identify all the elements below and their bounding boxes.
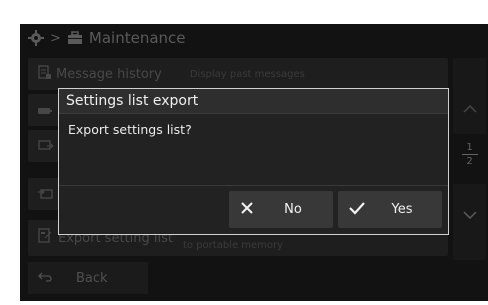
no-label: No	[284, 202, 302, 217]
yes-label: Yes	[391, 202, 413, 217]
dialog-title: Settings list export	[59, 89, 448, 114]
screen-frame: > Maintenance Message history Display pa…	[4, 4, 488, 301]
dialog-divider	[59, 185, 448, 186]
yes-button[interactable]: Yes	[338, 191, 442, 228]
no-button[interactable]: No	[229, 191, 333, 228]
dialog-message: Export settings list?	[68, 122, 192, 137]
settings-export-dialog: Settings list export Export settings lis…	[58, 88, 449, 235]
